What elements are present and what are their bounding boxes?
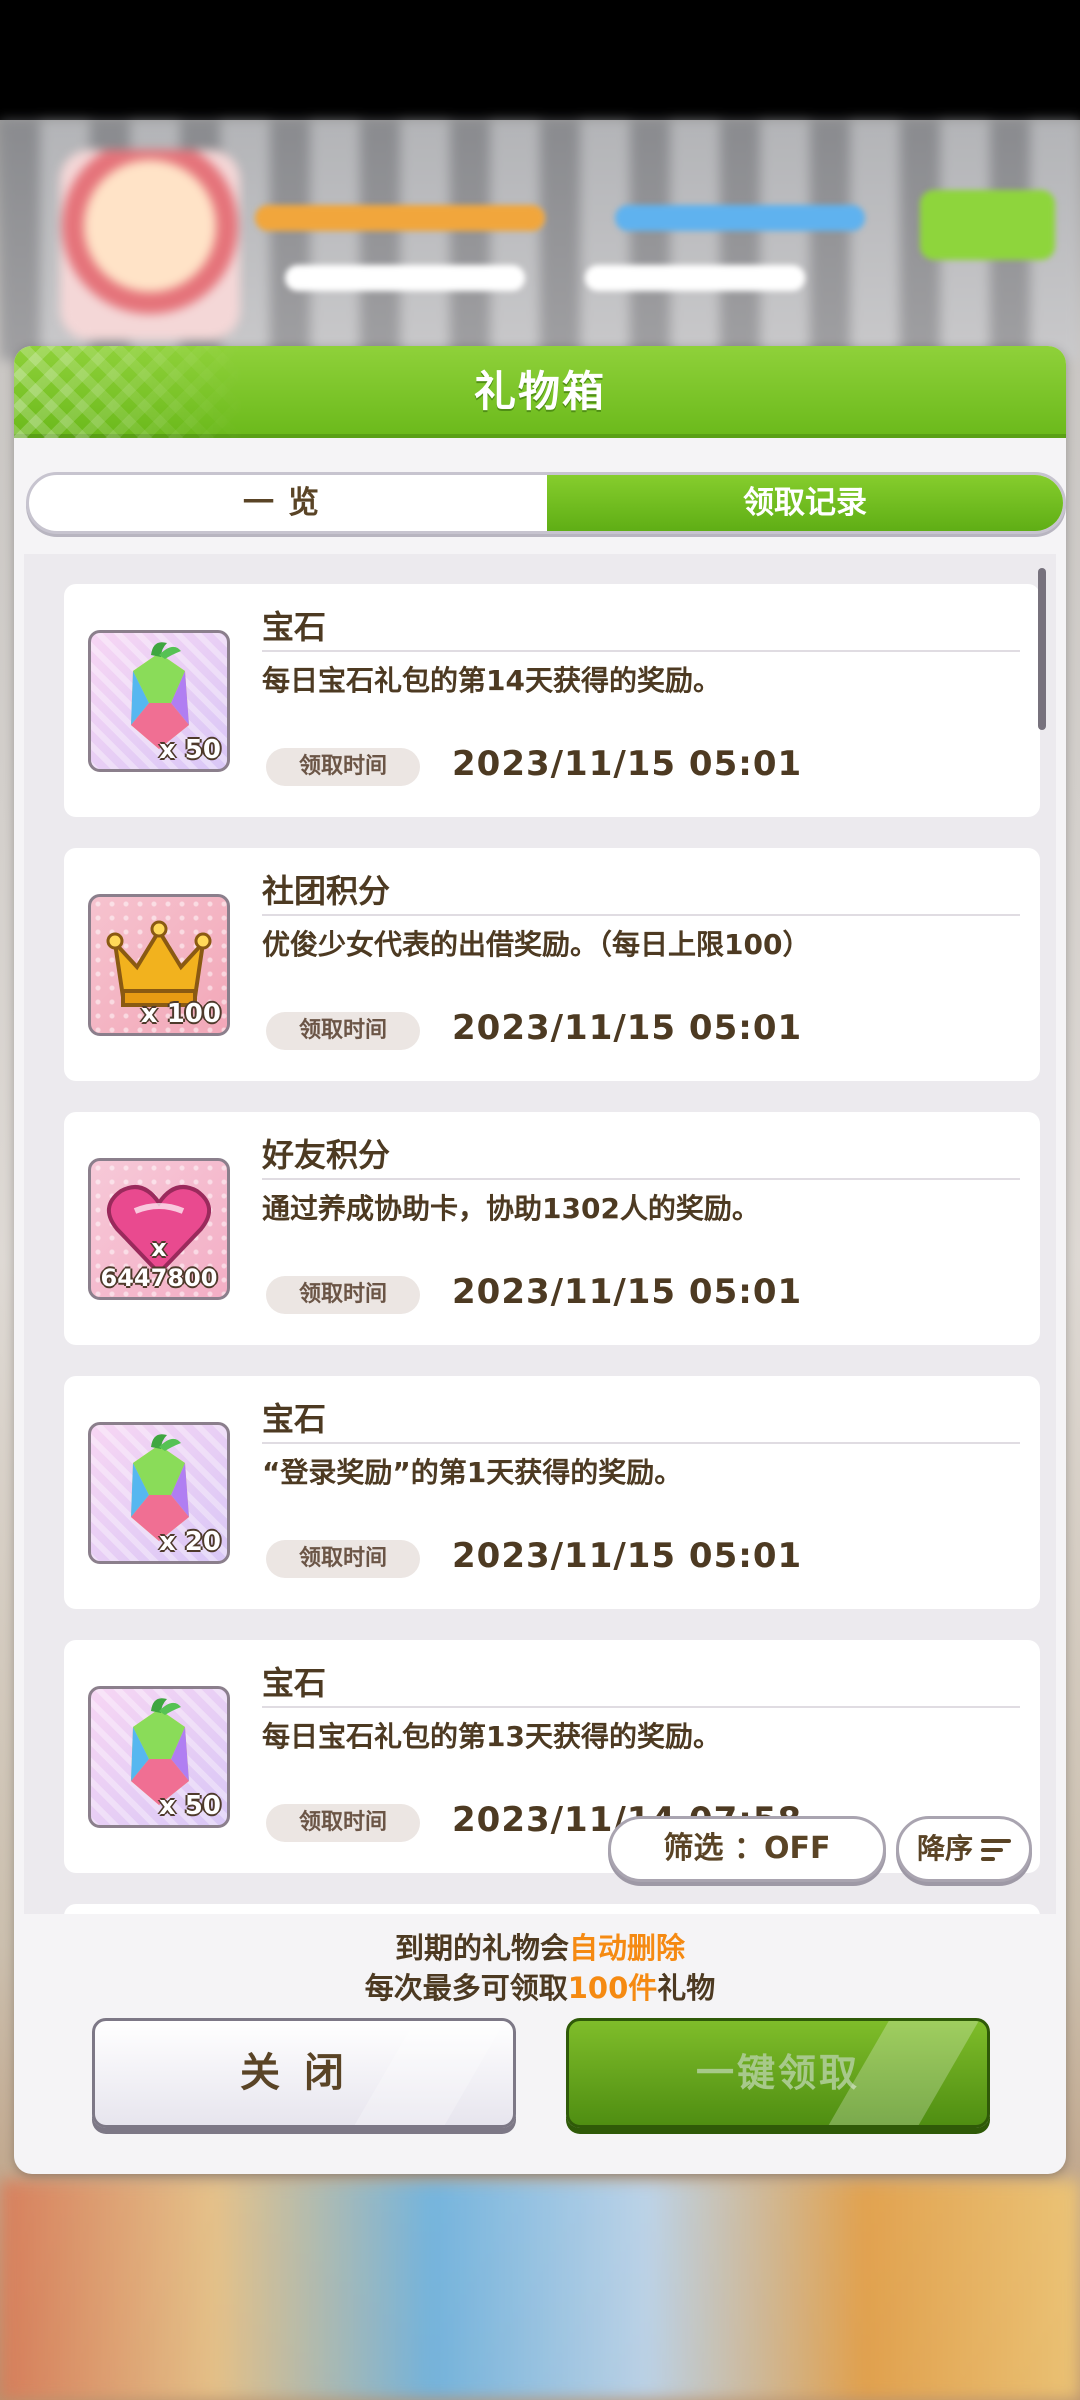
item-description: “登录奖励”的第1天获得的奖励。 [262, 1456, 683, 1489]
note-line-limit: 每次最多可领取100件礼物 [364, 1971, 716, 2005]
claim-time-label: 领取时间 [266, 1804, 420, 1842]
claim-time-label: 领取时间 [266, 748, 420, 786]
claim-time-value: 2023/11/15 05:01 [452, 1008, 803, 1048]
sort-lines-icon [981, 1839, 1011, 1861]
background-bar [255, 205, 545, 231]
crown-icon: x 100 [88, 894, 230, 1036]
list-item: x 50 宝石 每日宝石礼包的第14天获得的奖励。 领取时间 2023/11/1… [64, 584, 1040, 817]
item-description: 每日宝石礼包的第14天获得的奖励。 [262, 664, 721, 697]
claim-time-value: 2023/11/15 05:01 [452, 1536, 803, 1576]
claim-all-button[interactable]: 一键领取 [566, 2018, 990, 2128]
background-bar [285, 265, 525, 291]
list-item: x 20 宝石 “登录奖励”的第1天获得的奖励。 领取时间 2023/11/15… [64, 1376, 1040, 1609]
item-quantity: x 20 [158, 1527, 221, 1557]
background-green-button [920, 190, 1055, 260]
claim-all-label: 一键领取 [695, 2051, 860, 2095]
item-name: 宝石 [262, 608, 327, 646]
item-description: 优俊少女代表的出借奖励。（每日上限100） [262, 928, 811, 961]
sort-order-button[interactable]: 降序 [896, 1816, 1032, 1882]
tab-claim-history[interactable]: 领取记录 [547, 475, 1063, 531]
claim-time-label: 领取时间 [266, 1276, 420, 1314]
gift-box-dialog: 礼物箱 一览 领取记录 x 50 宝石 每日宝石礼包的第14天获得的奖励。 领取… [14, 346, 1066, 2174]
claim-time-value: 2023/11/15 05:01 [452, 744, 803, 784]
divider [262, 1706, 1020, 1708]
list-item: x 100 社团积分 优俊少女代表的出借奖励。（每日上限100） 领取时间 20… [64, 848, 1040, 1081]
filter-button[interactable]: 筛选 ：OFF [608, 1816, 886, 1882]
gem-icon: x 20 [88, 1422, 230, 1564]
item-name: 好友积分 [262, 1136, 391, 1174]
note-line-expiry: 到期的礼物会自动删除 [394, 1931, 686, 1965]
heart-icon: x 6447800 [88, 1158, 230, 1300]
button-shine [351, 2021, 505, 2125]
list-item: x 6447800 好友积分 通过养成协助卡，协助1302人的奖励。 领取时间 … [64, 1112, 1040, 1345]
tab-overview[interactable]: 一览 [29, 475, 547, 531]
item-name: 宝石 [262, 1664, 327, 1702]
status-bar [0, 0, 1080, 120]
background-bar [615, 205, 865, 231]
item-name: 宝石 [262, 1400, 327, 1438]
gem-icon: x 50 [88, 1686, 230, 1828]
dialog-header: 礼物箱 [14, 346, 1066, 438]
item-description: 通过养成协助卡，协助1302人的奖励。 [262, 1192, 760, 1225]
tab-bar: 一览 领取记录 [26, 472, 1066, 534]
gift-notes: 到期的礼物会自动删除 每次最多可领取100件礼物 [14, 1928, 1066, 2008]
divider [262, 650, 1020, 652]
close-button[interactable]: 关闭 [92, 2018, 516, 2128]
scrollbar-thumb[interactable] [1038, 568, 1046, 730]
sort-label: 降序 [917, 1832, 974, 1865]
divider [262, 1442, 1020, 1444]
item-quantity: x 50 [158, 735, 221, 765]
item-name: 社团积分 [262, 872, 391, 910]
item-quantity: x 6447800 [100, 1234, 218, 1292]
item-quantity: x 50 [158, 1791, 221, 1821]
claim-time-value: 2023/11/15 05:01 [452, 1272, 803, 1312]
record-list[interactable]: x 50 宝石 每日宝石礼包的第14天获得的奖励。 领取时间 2023/11/1… [24, 554, 1056, 1914]
background-bottom-menu [0, 2180, 1080, 2400]
list-item: x 50 宝石 每日宝石礼包的第13天获得的奖励。 领取时间 2023/11/1… [64, 1640, 1040, 1873]
divider [262, 1178, 1020, 1180]
list-item [64, 1904, 1040, 1914]
gem-icon: x 50 [88, 630, 230, 772]
divider [262, 914, 1020, 916]
background-character-portrait [60, 150, 240, 340]
background-bar [585, 265, 805, 291]
item-quantity: x 100 [140, 999, 221, 1029]
claim-time-label: 领取时间 [266, 1012, 420, 1050]
item-description: 每日宝石礼包的第13天获得的奖励。 [262, 1720, 721, 1753]
claim-time-label: 领取时间 [266, 1540, 420, 1578]
close-label: 关闭 [240, 2050, 368, 2096]
dialog-title: 礼物箱 [473, 367, 606, 416]
